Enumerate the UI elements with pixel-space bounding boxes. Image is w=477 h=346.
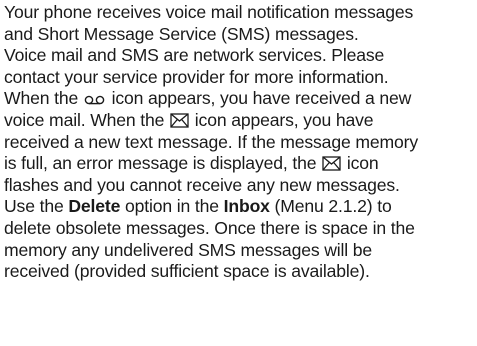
text-line-5-start: When the — [4, 88, 83, 109]
text-line-5: When the icon appears, you have received… — [4, 88, 476, 110]
text-line-10-end: (Menu 2.1.2) to — [269, 196, 392, 217]
text-line-12: memory any undelivered SMS messages will… — [4, 239, 373, 260]
inbox-label: Inbox — [223, 196, 270, 217]
text-line-10-start: Use the — [4, 196, 69, 217]
text-line-3: Voice mail and SMS are network services.… — [4, 45, 385, 66]
text-line-4: contact your service provider for more i… — [4, 66, 389, 87]
text-line-2: and Short Message Service (SMS) messages… — [4, 23, 359, 44]
delete-option-label: Delete — [68, 196, 121, 217]
document-body: Your phone receives voice mail notificat… — [4, 2, 476, 283]
text-line-13: received (provided sufficient space is a… — [4, 261, 370, 282]
text-line-6-end: icon appears, you have — [190, 109, 374, 130]
text-line-8-end: icon — [342, 153, 379, 174]
text-line-7: received a new text message. If the mess… — [4, 131, 418, 152]
text-line-6-start: voice mail. When the — [4, 109, 170, 130]
text-line-8-start: is full, an error message is displayed, … — [4, 153, 322, 174]
envelope-icon — [322, 156, 341, 171]
text-line-8: is full, an error message is displayed, … — [4, 153, 476, 175]
text-line-11: delete obsolete messages. Once there is … — [4, 217, 415, 238]
envelope-icon — [170, 113, 189, 128]
text-line-5-end: icon appears, you have received a new — [106, 88, 412, 109]
text-line-10: Use the Delete option in the Inbox (Menu… — [4, 196, 476, 218]
text-line-10-middle: option in the — [120, 196, 224, 217]
text-line-6: voice mail. When the icon appears, you h… — [4, 110, 476, 132]
text-line-1: Your phone receives voice mail notificat… — [4, 2, 414, 22]
voicemail-icon — [84, 94, 106, 106]
text-line-9: flashes and you cannot receive any new m… — [4, 174, 400, 195]
